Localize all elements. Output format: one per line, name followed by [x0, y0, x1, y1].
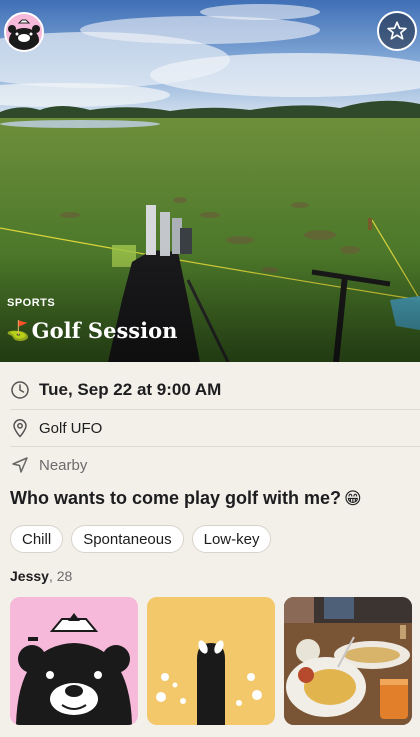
location-pin-icon: [10, 418, 30, 438]
hero-gradient: [0, 252, 420, 362]
host-photo-creature[interactable]: [147, 597, 275, 725]
host-photos: [10, 597, 412, 725]
bear-illustration-icon: [10, 597, 138, 725]
divider: [10, 446, 420, 447]
host-info[interactable]: Jessy, 28: [10, 568, 72, 584]
event-location-row[interactable]: Golf UFO: [10, 418, 102, 438]
creature-illustration-icon: [147, 597, 275, 725]
host-age: , 28: [48, 568, 73, 584]
navigation-arrow-icon: [10, 455, 30, 475]
tag-spontaneous[interactable]: Spontaneous: [71, 525, 184, 553]
host-photo-bear[interactable]: [10, 597, 138, 725]
bear-avatar-icon: [6, 14, 42, 50]
event-location: Golf UFO: [39, 419, 103, 437]
grin-emoji-icon: 😁: [344, 488, 362, 508]
hero-image: SPORTS ⛳ Golf Session: [0, 0, 420, 362]
tag-low-key[interactable]: Low-key: [191, 525, 272, 553]
user-avatar-button[interactable]: [4, 12, 44, 52]
event-datetime: Tue, Sep 22 at 9:00 AM: [39, 380, 222, 399]
host-photo-food[interactable]: [284, 597, 412, 725]
event-description: Who wants to come play golf with me? 😁: [10, 488, 362, 509]
event-title-row: ⛳ Golf Session: [6, 318, 177, 343]
event-distance-row: Nearby: [10, 455, 87, 475]
star-icon: [387, 21, 407, 40]
tag-chill[interactable]: Chill: [10, 525, 64, 553]
host-name: Jessy: [10, 568, 49, 584]
vibe-tags: Chill Spontaneous Low-key: [10, 525, 272, 553]
event-category: SPORTS: [7, 297, 56, 309]
event-title: Golf Session: [31, 318, 178, 343]
event-datetime-row: Tue, Sep 22 at 9:00 AM: [10, 380, 221, 400]
event-description-text: Who wants to come play golf with me?: [10, 488, 342, 508]
divider: [10, 409, 420, 410]
event-distance: Nearby: [39, 456, 88, 474]
favorite-button[interactable]: [377, 11, 417, 51]
food-photo-icon: [284, 597, 412, 725]
golf-flag-icon: ⛳: [6, 320, 30, 342]
clock-icon: [10, 380, 30, 400]
